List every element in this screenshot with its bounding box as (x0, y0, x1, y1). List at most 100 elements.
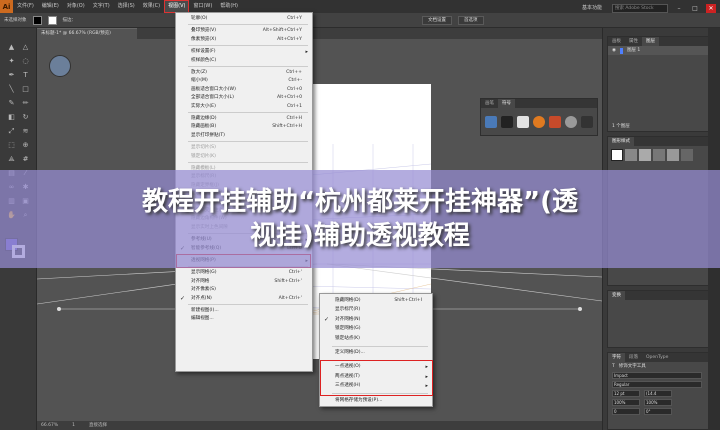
close-icon[interactable]: ✕ (706, 4, 716, 13)
fill-swatch[interactable] (32, 15, 42, 25)
style-swatch[interactable] (611, 149, 623, 161)
perspective_submenu-item[interactable]: 定义网格(D)... (320, 348, 432, 358)
stroke-label: 描边： (62, 18, 77, 23)
view_menu-item[interactable]: 实际大小(E) Ctrl+1 (176, 102, 312, 112)
shape-builder-icon[interactable]: ⊕ (20, 140, 31, 151)
style-swatch[interactable] (653, 149, 665, 161)
character-tabs: 字符 段落 OpenType (608, 353, 716, 362)
preferences-button[interactable]: 首选项 (458, 15, 484, 25)
menu-separator (188, 24, 308, 26)
tab-graphic-styles[interactable]: 图形样式 (608, 137, 634, 146)
horizontal-scale-input[interactable]: 100% (644, 399, 672, 406)
direct-selection-icon[interactable]: △ (20, 42, 31, 53)
eraser-icon[interactable]: ◧ (6, 112, 17, 123)
symbol-swatch[interactable] (517, 116, 529, 128)
view_menu-item[interactable]: 对齐点(N) ✓ Alt+Ctrl+' (176, 294, 312, 304)
touch-type-row[interactable]: T 修饰文字工具 (608, 362, 716, 371)
tab-opentype[interactable]: OpenType (642, 353, 672, 362)
maximize-icon[interactable]: □ (690, 4, 700, 13)
menu-object[interactable]: 对象(O) (63, 0, 89, 13)
view_menu-item[interactable]: 像素预览(X) Alt+Ctrl+Y (176, 35, 312, 45)
perspective-grid-icon[interactable]: ⟁ (6, 154, 17, 165)
paintbrush-icon[interactable]: ✎ (6, 98, 17, 109)
tab-layers[interactable]: 图层 (642, 37, 659, 46)
graphic-styles-tabs: 图形样式 (608, 137, 716, 146)
document-tab[interactable]: 未标题-1* @ 66.67% (RGB/预览) (37, 28, 137, 39)
baseline-shift-input[interactable]: 0 (612, 408, 640, 415)
tab-properties[interactable]: 属性 (625, 37, 642, 46)
type-tool-icon[interactable]: T (20, 70, 31, 81)
symbol-swatch[interactable] (581, 116, 593, 128)
layer-name: 图层 1 (626, 48, 641, 53)
touch-type-icon: T (612, 364, 615, 369)
font-family-row: Impact (608, 371, 716, 380)
menu-separator (188, 66, 308, 67)
view_menu-item[interactable]: 校样颜色(C) (176, 56, 312, 66)
line-tool-icon[interactable]: ╲ (6, 84, 17, 95)
menu-select[interactable]: 选择(S) (114, 0, 139, 13)
tab-character[interactable]: 字符 (608, 353, 625, 362)
menu-edit[interactable]: 编辑(E) (38, 0, 63, 13)
tab-artboards[interactable]: 画板 (608, 37, 625, 46)
leading-input[interactable]: (14.4 (644, 390, 672, 397)
control-bar: 未选择对象 描边： 文档设置 首选项 (0, 13, 720, 28)
font-size-input[interactable]: 12 pt (612, 390, 640, 397)
pen-tool-icon[interactable]: ✒ (6, 70, 17, 81)
magic-wand-icon[interactable]: ✦ (6, 56, 17, 67)
style-swatch[interactable] (667, 149, 679, 161)
rectangle-tool-icon[interactable]: □ (20, 84, 31, 95)
menu-shortcut: Ctrl+1 (287, 103, 302, 109)
style-swatch[interactable] (639, 149, 651, 161)
app-logo-icon: Ai (0, 0, 13, 13)
menu-item-label: 对齐网格(N) (335, 316, 361, 322)
minimize-icon[interactable]: – (674, 4, 684, 13)
symbols-panel: 画笔 符号 (480, 98, 598, 136)
eye-icon[interactable]: ◉ (612, 46, 616, 55)
rotation-input[interactable]: 0° (644, 408, 672, 415)
menu-file[interactable]: 文件(F) (13, 0, 38, 13)
tab-symbols[interactable]: 符号 (498, 99, 515, 108)
tab-paragraph[interactable]: 段落 (625, 353, 642, 362)
view_menu-item[interactable]: 轮廓(O) Ctrl+Y (176, 14, 312, 24)
width-tool-icon[interactable]: ≋ (20, 126, 31, 137)
checkmark-icon: ✓ (180, 294, 186, 302)
menu-item-label: 定义网格(D)... (335, 350, 365, 355)
tab-transform[interactable]: 变换 (608, 291, 625, 300)
scale-icon[interactable]: ⤢ (6, 126, 17, 137)
selection-tool-icon[interactable]: ▲ (6, 42, 17, 53)
layers-panel-tabs: 画板 属性 图层 (608, 37, 716, 46)
vertical-scale-input[interactable]: 100% (612, 399, 640, 406)
font-family-input[interactable]: Impact (612, 372, 702, 379)
symbol-swatch[interactable] (485, 116, 497, 128)
symbol-swatch[interactable] (501, 116, 513, 128)
stock-search-input[interactable]: 搜索 Adobe Stock (612, 4, 668, 13)
tab-brushes[interactable]: 画笔 (481, 99, 498, 108)
menu-item-label: 显示标尺(R) (335, 307, 361, 313)
perspective_submenu-item[interactable]: 将网格存储为预设(P)... (320, 396, 432, 406)
lasso-icon[interactable]: ◌ (20, 56, 31, 67)
view_menu-item[interactable]: 显示打印拼贴(T) (176, 131, 312, 141)
perspective-widget-icon[interactable] (49, 55, 71, 77)
symbol-swatch[interactable] (565, 116, 577, 128)
style-swatch[interactable] (681, 149, 693, 161)
document-setup-button[interactable]: 文档设置 (422, 15, 452, 25)
artboard-number[interactable]: 1 (72, 421, 75, 430)
layer-row[interactable]: ◉ 图层 1 (608, 46, 716, 55)
menu-shortcut: Alt+Ctrl+' (278, 295, 302, 301)
view_menu-item[interactable]: 锁定切片(K) (176, 152, 312, 162)
symbol-swatch[interactable] (549, 116, 561, 128)
view_menu-item[interactable]: 编辑视图... (176, 314, 312, 324)
free-transform-icon[interactable]: ⬚ (6, 140, 17, 151)
menu-effect[interactable]: 效果(C) (139, 0, 164, 13)
menu-type[interactable]: 文字(T) (89, 0, 114, 13)
style-swatch[interactable] (625, 149, 637, 161)
stroke-swatch[interactable] (47, 15, 57, 25)
zoom-level[interactable]: 66.67% (41, 421, 58, 430)
pencil-icon[interactable]: ✏ (20, 98, 31, 109)
font-style-select[interactable]: Regular (612, 381, 702, 388)
rotate-icon[interactable]: ↻ (20, 112, 31, 123)
mesh-icon[interactable]: # (20, 154, 31, 165)
layers-panel: 画板 属性 图层 ◉ 图层 1 1 个图层 (607, 36, 717, 132)
symbol-swatch[interactable] (533, 116, 545, 128)
perspective_submenu-item[interactable]: 锁定站点(K) (320, 334, 432, 344)
